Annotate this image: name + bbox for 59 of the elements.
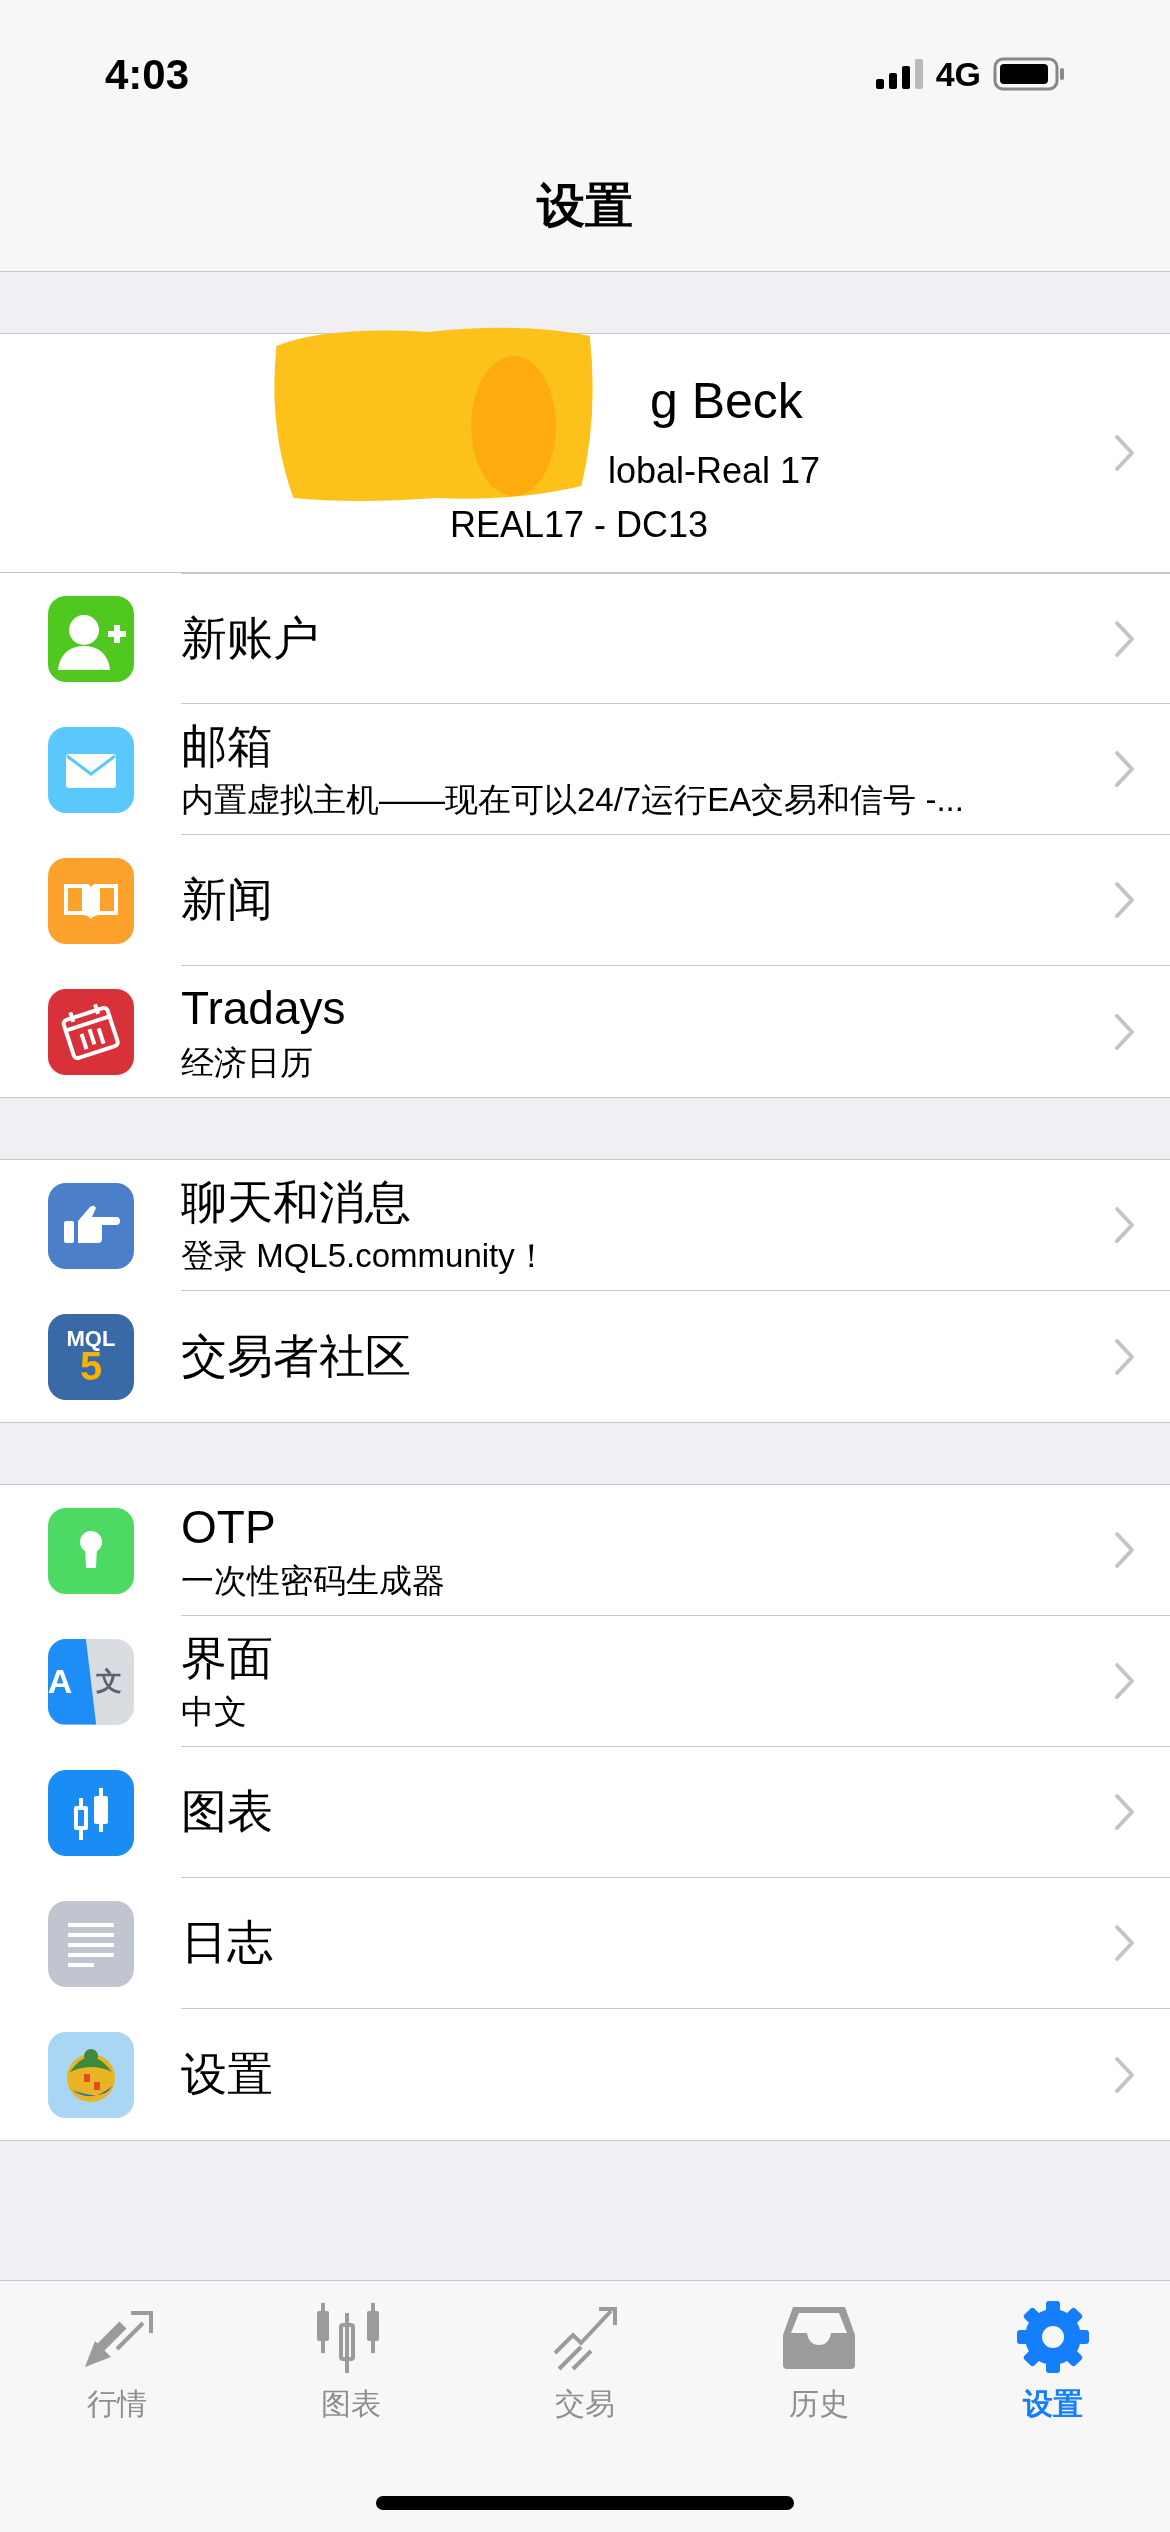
document-lines-icon <box>48 1900 134 1987</box>
settings-row[interactable]: 新账户 <box>181 573 1170 704</box>
row-title: 交易者社区 <box>181 1328 412 1384</box>
chevron-icon <box>1114 1206 1136 1244</box>
settings-row[interactable]: 日志 <box>181 1878 1170 2009</box>
account-server: lobal-Real 17 <box>608 449 822 494</box>
envelope-icon <box>48 726 134 813</box>
row-title: 图表 <box>181 1784 274 1840</box>
chevron-icon <box>1114 881 1136 919</box>
chevron-icon <box>1114 1531 1136 1569</box>
chevron-icon <box>1114 619 1136 658</box>
account-name: g Beck <box>650 371 804 431</box>
chevron-icon <box>1114 2055 1136 2094</box>
chevron-icon <box>1114 1337 1136 1376</box>
chevron-icon <box>1114 1662 1136 1700</box>
battery-icon <box>993 57 1065 91</box>
row-subtitle: 中文 <box>181 1692 248 1733</box>
settings-row[interactable]: 交易者社区 <box>181 1291 1170 1422</box>
account-cluster: REAL17 - DC13 <box>450 503 710 548</box>
calendar-icon <box>48 988 134 1075</box>
settings-row[interactable]: 聊天和消息 登录 MQL5.community！ <box>181 1160 1170 1291</box>
row-title: 日志 <box>181 1915 274 1971</box>
settings-row[interactable]: 图表 <box>181 1747 1170 1878</box>
status-time: 4:03 <box>105 49 190 100</box>
tab-bar-item[interactable]: 设置 <box>936 2297 1170 2426</box>
row-title: 新闻 <box>181 872 274 928</box>
settings-row[interactable]: 界面 中文 <box>181 1616 1170 1747</box>
book-icon <box>48 857 134 944</box>
row-title: 聊天和消息 <box>181 1174 412 1230</box>
row-title: 设置 <box>181 2046 274 2102</box>
row-title: 界面 <box>181 1630 274 1686</box>
row-subtitle: 一次性密码生成器 <box>181 1561 446 1602</box>
chevron-icon <box>1114 1012 1136 1051</box>
translate-icon: A 文 <box>48 1638 134 1725</box>
chevron-icon <box>1114 1924 1136 1962</box>
chevron-icon <box>1114 1793 1136 1831</box>
row-subtitle: 登录 MQL5.community！ <box>181 1236 549 1277</box>
settings-row[interactable]: 邮箱 内置虚拟主机——现在可以24/7运行EA交易和信号 -... <box>181 704 1170 835</box>
signal-icon <box>875 59 924 89</box>
row-title: 邮箱 <box>181 718 274 774</box>
person-add-icon <box>48 595 134 682</box>
settings-row[interactable]: OTP 一次性密码生成器 <box>181 1485 1170 1616</box>
row-title: OTP <box>181 1499 277 1555</box>
settings-row[interactable]: Tradays 经济日历 <box>181 966 1170 1097</box>
app-logo-icon <box>48 2031 134 2118</box>
row-title: 新账户 <box>181 610 320 666</box>
keyhole-icon <box>48 1507 134 1594</box>
candlestick-icon <box>48 1769 134 1856</box>
row-subtitle: 内置虚拟主机——现在可以24/7运行EA交易和信号 -... <box>181 780 965 821</box>
network-label: 4G <box>935 53 981 95</box>
mql5-logo-icon: MQL 5 <box>48 1313 134 1400</box>
chevron-icon <box>1114 434 1136 472</box>
settings-row[interactable]: 新闻 <box>181 835 1170 966</box>
settings-row[interactable]: 设置 <box>181 2009 1170 2140</box>
chevron-icon <box>1114 750 1136 788</box>
screen-title: 设置 <box>537 177 633 234</box>
hand-pointing-icon <box>48 1182 134 1269</box>
row-subtitle: 经济日历 <box>181 1042 314 1083</box>
row-title: Tradays <box>181 981 347 1037</box>
